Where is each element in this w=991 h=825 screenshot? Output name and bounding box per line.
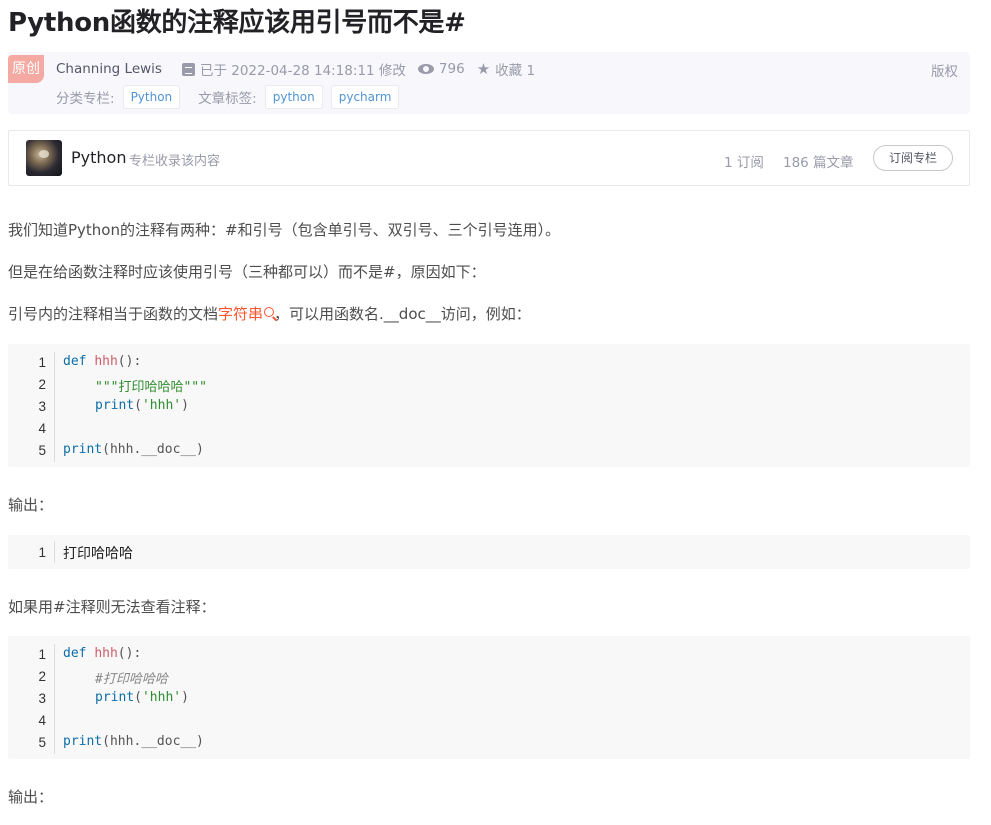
column-avatar[interactable] xyxy=(26,140,62,176)
column-desc: 专栏收录该内容 xyxy=(129,154,221,169)
code-keyword: print xyxy=(63,734,103,749)
code-line: 2 xyxy=(8,665,46,687)
article-meta: 原创 Channing Lewis 已于 2022-04-28 14:18:11… xyxy=(8,52,970,114)
paragraph: 引号内的注释相当于函数的文档字符串 ，可以用函数名.__doc__访问，例如： xyxy=(8,302,531,326)
original-badge: 原创 xyxy=(8,55,44,83)
line-number: 2 xyxy=(38,376,46,392)
code-keyword: def xyxy=(63,354,87,369)
code-string: """打印哈哈哈""" xyxy=(95,380,207,395)
code-line: 1 xyxy=(8,351,46,373)
calendar-icon xyxy=(181,62,195,76)
code-line: 2 xyxy=(8,373,46,395)
code-punct: (): xyxy=(117,354,142,369)
code-punct: ( xyxy=(134,398,142,413)
copyright-link[interactable]: 版权 xyxy=(931,60,958,80)
gutter-divider xyxy=(54,352,55,462)
line-number: 1 xyxy=(38,646,46,662)
paragraph: 如果用#注释则无法查看注释： xyxy=(8,598,216,616)
subscribe-column-button[interactable]: 订阅专栏 xyxy=(873,145,953,171)
line-number: 4 xyxy=(38,712,46,728)
meta-row: Channing Lewis 已于 2022-04-28 14:18:11 修改… xyxy=(56,59,535,79)
gutter-divider xyxy=(54,644,55,754)
column-subscriptions: 1 订阅 xyxy=(724,155,764,171)
code-keyword: print xyxy=(95,690,135,705)
line-number: 1 xyxy=(38,354,46,370)
code-punct: (): xyxy=(117,646,142,661)
code-comment: #打印哈哈哈 xyxy=(95,672,168,687)
output-label: 输出： xyxy=(8,496,54,514)
output-block[interactable]: 1 打印哈哈哈 xyxy=(8,535,970,569)
code-keyword: print xyxy=(63,442,103,457)
output-text: 打印哈哈哈 xyxy=(63,545,133,561)
code-keyword: def xyxy=(63,646,87,661)
line-number: 1 xyxy=(38,544,46,560)
code-keyword: print xyxy=(95,398,135,413)
code-function-name: hhh xyxy=(94,646,118,661)
line-number: 4 xyxy=(38,420,46,436)
code-line: 1 xyxy=(8,643,46,665)
code-punct: ( xyxy=(134,690,142,705)
code-punct: ) xyxy=(181,690,189,705)
code-line: 3 xyxy=(8,687,46,709)
line-number: 3 xyxy=(38,398,46,414)
paragraph: 我们知道Python的注释有两种：#和引号（包含单引号、双引号、三个引号连用）。 xyxy=(8,221,561,239)
code-block[interactable]: 1 2 3 4 5 def hhh(): #打印哈哈哈 print('hhh')… xyxy=(8,636,970,759)
article-tags-label: 文章标签: xyxy=(198,91,257,107)
article-tag-pycharm[interactable]: pycharm xyxy=(330,85,400,109)
code-text: def hhh(): xyxy=(63,646,141,661)
code-text: print(hhh.__doc__) xyxy=(63,734,204,749)
code-line: 3 xyxy=(8,395,46,417)
gutter-divider xyxy=(54,541,55,563)
article-tag-python[interactable]: python xyxy=(264,85,323,109)
code-text: print('hhh') xyxy=(95,398,189,413)
code-string: 'hhh' xyxy=(141,690,182,705)
code-text: print(hhh.__doc__) xyxy=(63,442,204,457)
paragraph-text: 引号内的注释相当于函数的文档 xyxy=(8,305,219,323)
column-article-count: 186 篇文章 xyxy=(783,155,854,171)
column-card: Python 专栏收录该内容 1 订阅 186 篇文章 订阅专栏 xyxy=(8,130,970,186)
category-label: 分类专栏: xyxy=(56,91,115,107)
star-icon[interactable]: ★ xyxy=(477,61,490,77)
line-number: 3 xyxy=(38,690,46,706)
eye-icon xyxy=(417,64,434,74)
code-line: 4 xyxy=(8,417,46,439)
code-punct: ) xyxy=(181,398,189,413)
modified-time: 已于 2022-04-28 14:18:11 修改 xyxy=(199,63,406,79)
code-function-name: hhh xyxy=(94,354,118,369)
code-string: 'hhh' xyxy=(141,398,182,413)
code-text: #打印哈哈哈 xyxy=(95,668,168,687)
view-count: 796 xyxy=(438,61,465,77)
code-line: 5 xyxy=(8,439,46,461)
tags-row: 分类专栏: Python 文章标签: python pycharm xyxy=(56,85,400,109)
code-line: 5 xyxy=(8,731,46,753)
line-number: 2 xyxy=(38,668,46,684)
code-line: 4 xyxy=(8,709,46,731)
code-line: 1 xyxy=(8,541,46,563)
code-text: def hhh(): xyxy=(63,354,141,369)
output-label: 输出： xyxy=(8,788,54,806)
string-keyword-link[interactable]: 字符串 xyxy=(218,305,263,323)
code-punct: (hhh.__doc__) xyxy=(102,734,204,749)
code-punct: (hhh.__doc__) xyxy=(102,442,204,457)
author-link[interactable]: Channing Lewis xyxy=(56,61,162,77)
code-block[interactable]: 1 2 3 4 5 def hhh(): """打印哈哈哈""" print('… xyxy=(8,344,970,467)
column-name[interactable]: Python xyxy=(71,148,126,167)
line-number: 5 xyxy=(38,734,46,750)
search-icon[interactable] xyxy=(264,307,275,317)
category-tag-python[interactable]: Python xyxy=(122,85,181,109)
code-text: print('hhh') xyxy=(95,690,189,705)
favorite-count[interactable]: 收藏 1 xyxy=(495,59,535,79)
line-number: 5 xyxy=(38,442,46,458)
article-title: Python函数的注释应该用引号而不是# xyxy=(8,8,466,38)
paragraph-text: ，可以用函数名.__doc__访问，例如： xyxy=(274,305,531,323)
code-text: """打印哈哈哈""" xyxy=(95,376,207,395)
paragraph: 但是在给函数注释时应该使用引号（三种都可以）而不是#，原因如下： xyxy=(8,263,486,281)
